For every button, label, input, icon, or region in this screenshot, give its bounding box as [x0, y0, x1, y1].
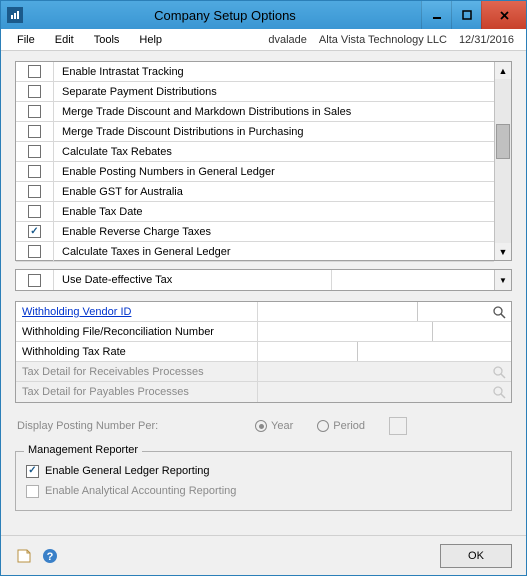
posting-number-label: Display Posting Number Per: — [15, 420, 255, 432]
svg-text:?: ? — [47, 551, 54, 563]
withholding-vendor-input[interactable] — [258, 302, 418, 321]
option-row: Enable Intrastat Tracking — [16, 62, 494, 82]
menu-help[interactable]: Help — [129, 31, 172, 49]
menu-bar: File Edit Tools Help dvalade Alta Vista … — [1, 29, 526, 51]
option-row: Separate Payment Distributions — [16, 82, 494, 102]
options-listbox: Enable Intrastat Tracking Separate Paymen… — [15, 61, 512, 261]
status-date: 12/31/2016 — [453, 34, 520, 46]
option-row: Merge Trade Discount Distributions in Pu… — [16, 122, 494, 142]
search-icon[interactable] — [491, 304, 507, 320]
option-row: Enable Reverse Charge Taxes — [16, 222, 494, 242]
option-row: Merge Trade Discount and Markdown Distri… — [16, 102, 494, 122]
options-scrollbar[interactable]: ▲ ▼ — [494, 62, 511, 260]
help-icon[interactable]: ? — [41, 547, 59, 565]
close-button[interactable] — [481, 1, 526, 29]
withholding-file-input[interactable] — [258, 322, 433, 341]
option-checkbox[interactable] — [28, 165, 41, 178]
posting-year-radio: Year — [255, 420, 293, 432]
option-label: Enable Posting Numbers in General Ledger — [54, 166, 275, 178]
option-label: Enable Reverse Charge Taxes — [54, 226, 211, 238]
option-label: Merge Trade Discount and Markdown Distri… — [54, 106, 351, 118]
radio-icon — [317, 420, 329, 432]
enable-gl-label: Enable General Ledger Reporting — [45, 465, 210, 477]
scroll-down-icon[interactable]: ▼ — [495, 243, 511, 260]
enable-aa-checkbox — [26, 485, 39, 498]
menu-edit[interactable]: Edit — [45, 31, 84, 49]
tax-payables-label: Tax Detail for Payables Processes — [16, 382, 258, 402]
enable-gl-checkbox[interactable] — [26, 465, 39, 478]
date-effective-row: Use Date-effective Tax ▼ — [15, 269, 512, 291]
posting-number-row: Display Posting Number Per: Year Period — [15, 415, 512, 437]
option-label: Enable GST for Australia — [54, 186, 183, 198]
option-checkbox[interactable] — [28, 125, 41, 138]
option-row: Enable GST for Australia — [16, 182, 494, 202]
minimize-button[interactable] — [421, 1, 451, 29]
option-row: Enable Tax Date — [16, 202, 494, 222]
status-company: Alta Vista Technology LLC — [313, 34, 453, 46]
withholding-rate-input[interactable] — [258, 342, 358, 361]
option-checkbox[interactable] — [28, 105, 41, 118]
scroll-up-icon[interactable]: ▲ — [495, 62, 511, 79]
window-title: Company Setup Options — [29, 8, 421, 23]
withholding-form: Withholding Vendor ID Withholding File/R… — [15, 301, 512, 403]
date-effective-checkbox[interactable] — [28, 274, 41, 287]
scroll-track[interactable] — [495, 79, 511, 243]
option-label: Merge Trade Discount Distributions in Pu… — [54, 126, 304, 138]
posting-expand-button — [389, 417, 407, 435]
option-label: Enable Intrastat Tracking — [54, 66, 184, 78]
bottom-bar: ? OK — [1, 535, 526, 575]
option-label: Enable Tax Date — [54, 206, 143, 218]
title-bar: Company Setup Options — [1, 1, 526, 29]
posting-period-radio: Period — [317, 420, 365, 432]
enable-aa-label: Enable Analytical Accounting Reporting — [45, 485, 236, 497]
management-reporter-group: Management Reporter Enable General Ledge… — [15, 451, 512, 511]
content-area: Enable Intrastat Tracking Separate Paymen… — [1, 51, 526, 535]
maximize-button[interactable] — [451, 1, 481, 29]
scroll-thumb[interactable] — [496, 124, 510, 159]
ok-button[interactable]: OK — [440, 544, 512, 568]
option-checkbox[interactable] — [28, 185, 41, 198]
option-label: Calculate Tax Rebates — [54, 146, 172, 158]
tax-receivables-label: Tax Detail for Receivables Processes — [16, 362, 258, 381]
management-reporter-title: Management Reporter — [24, 444, 142, 456]
option-checkbox[interactable] — [28, 145, 41, 158]
date-effective-label: Use Date-effective Tax — [62, 274, 172, 286]
notes-icon[interactable] — [15, 547, 33, 565]
menu-tools[interactable]: Tools — [84, 31, 130, 49]
option-checkbox[interactable] — [28, 245, 41, 258]
option-row: Calculate Tax Rebates — [16, 142, 494, 162]
search-icon — [491, 364, 507, 380]
chevron-down-icon[interactable]: ▼ — [494, 270, 511, 290]
withholding-rate-label: Withholding Tax Rate — [16, 342, 258, 361]
option-checkbox[interactable] — [28, 225, 41, 238]
option-checkbox[interactable] — [28, 205, 41, 218]
date-effective-combo[interactable] — [332, 270, 494, 290]
menu-file[interactable]: File — [7, 31, 45, 49]
option-label: Separate Payment Distributions — [54, 86, 217, 98]
option-label: Calculate Taxes in General Ledger — [54, 246, 231, 258]
app-icon — [7, 7, 23, 23]
option-checkbox[interactable] — [28, 85, 41, 98]
status-user: dvalade — [262, 34, 313, 46]
option-checkbox[interactable] — [28, 65, 41, 78]
radio-icon — [255, 420, 267, 432]
option-row: Calculate Taxes in General Ledger — [16, 242, 494, 262]
option-row: Enable Posting Numbers in General Ledger — [16, 162, 494, 182]
search-icon — [491, 384, 507, 400]
withholding-vendor-link[interactable]: Withholding Vendor ID — [16, 302, 258, 321]
withholding-file-label: Withholding File/Reconciliation Number — [16, 322, 258, 341]
